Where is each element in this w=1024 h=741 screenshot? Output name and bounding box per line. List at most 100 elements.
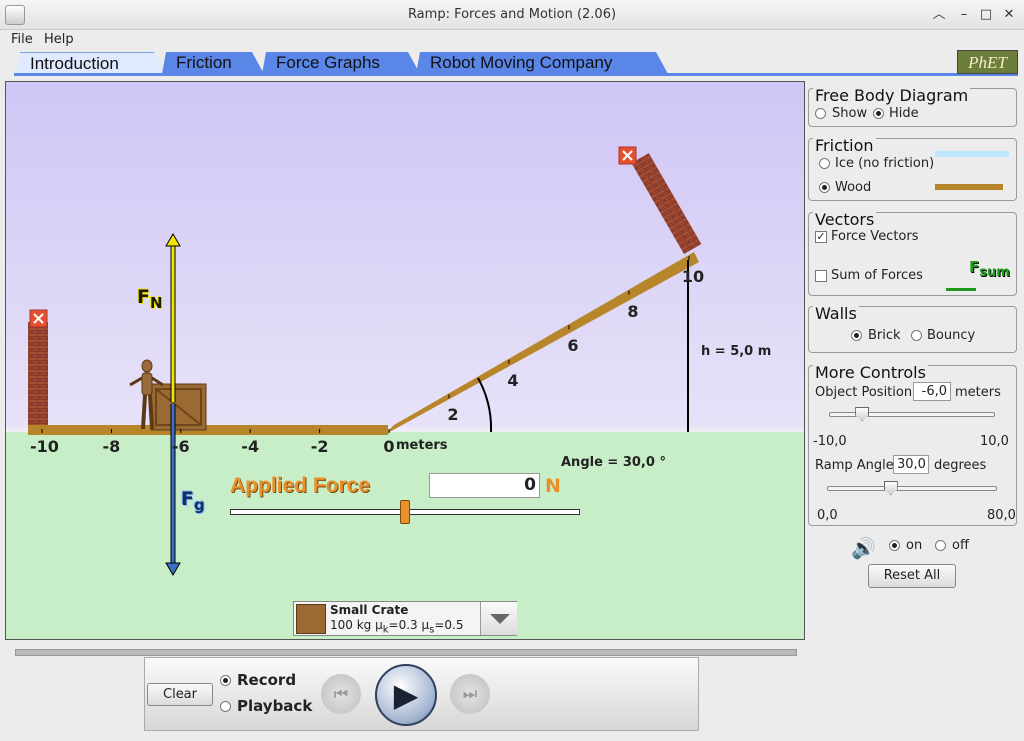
object-name: Small Crate (330, 603, 409, 617)
tick-label: 4 (507, 370, 519, 390)
brick-radio[interactable] (851, 330, 862, 341)
tab-friction[interactable]: Friction (162, 52, 264, 74)
fbd-hide-label: Hide (889, 106, 919, 121)
fbd-title: Free Body Diagram (813, 86, 971, 105)
tab-force-graphs[interactable]: Force Graphs (262, 52, 420, 74)
right-wall-close-icon[interactable] (618, 146, 637, 165)
object-position-label: Object Position (815, 385, 913, 400)
applied-force-slider-thumb[interactable] (400, 500, 410, 524)
wood-label: Wood (835, 180, 872, 195)
playback-label: Playback (237, 697, 313, 715)
ice-radio[interactable] (819, 158, 830, 169)
maximize-icon[interactable]: □ (977, 5, 995, 25)
tick-label: 6 (567, 336, 579, 356)
sound-on-label: on (906, 538, 923, 553)
tab-robot-moving-company[interactable]: Robot Moving Company (416, 52, 668, 74)
playback-panel: Clear Record Playback ⏮ ▶ ⏭ (144, 657, 699, 731)
ramp-angle-thumb[interactable] (883, 481, 898, 495)
ramp-angle-label: Ramp Angle (815, 458, 894, 473)
tick-label: -2 (310, 437, 329, 456)
vectors-panel: Vectors ✓ Force Vectors Sum of Forces Fs… (808, 210, 1017, 296)
play-icon: ▶ (393, 676, 419, 714)
rewind-icon: ⏮ (333, 684, 349, 703)
menu-file[interactable]: File (11, 32, 33, 47)
force-vectors-checkbox[interactable]: ✓ (815, 231, 827, 243)
record-label: Record (237, 671, 297, 689)
crate[interactable] (150, 383, 207, 431)
bouncy-radio[interactable] (911, 330, 922, 341)
play-area[interactable]: -10 -8 -6 -4 -2 0 2 4 6 8 10 meters h = 5,0 m Angl… (5, 81, 805, 640)
ice-label: Ice (no friction) (835, 156, 935, 171)
menu-help[interactable]: Help (44, 32, 74, 47)
object-position-thumb[interactable] (855, 407, 870, 421)
tick-label: -6 (171, 437, 190, 456)
ramp[interactable] (384, 252, 699, 435)
ramp-angle-slider[interactable] (827, 486, 997, 491)
object-description: 100 kg μk=0.3 μs=0.5 (330, 618, 464, 636)
friction-panel: Friction Ice (no friction) Wood (808, 136, 1017, 201)
fbd-show-radio[interactable] (815, 108, 826, 119)
object-position-input[interactable]: -6,0 (913, 382, 951, 401)
playback-radio[interactable] (220, 701, 231, 712)
ramp-angle-unit: degrees (934, 458, 987, 473)
friction-title: Friction (813, 136, 876, 155)
title-bar: Ramp: Forces and Motion (2.06) ︿ – □ ✕ (0, 0, 1024, 30)
playback-progress-bar[interactable] (15, 649, 797, 656)
more-controls-panel: More Controls Object Position -6,0 meter… (808, 363, 1017, 526)
fbd-hide-radio[interactable] (873, 108, 884, 119)
step-icon: ⏭ (462, 684, 478, 703)
close-icon[interactable]: ✕ (1000, 5, 1018, 25)
force-vectors-label: Force Vectors (831, 229, 919, 244)
object-selector[interactable]: Small Crate 100 kg μk=0.3 μs=0.5 (293, 601, 517, 636)
tick-label: -4 (241, 437, 260, 456)
height-label: h = 5,0 m (701, 344, 772, 359)
tab-introduction[interactable]: Introduction (16, 52, 166, 74)
wood-swatch (935, 184, 1003, 190)
fsum-arrow (946, 288, 976, 291)
step-button[interactable]: ⏭ (450, 674, 490, 714)
right-wall (631, 153, 702, 254)
fg-label: Fg (181, 488, 205, 514)
ice-swatch (935, 151, 1009, 157)
phet-logo: PhET (957, 50, 1018, 74)
object-position-slider[interactable] (829, 412, 995, 417)
wood-radio[interactable] (819, 182, 830, 193)
brick-label: Brick (868, 328, 901, 343)
walls-title: Walls (813, 304, 859, 323)
tick-label: -8 (102, 437, 121, 456)
applied-force-input[interactable]: 0 (429, 473, 540, 498)
object-dropdown-button[interactable] (480, 602, 517, 635)
record-radio[interactable] (220, 675, 231, 686)
applied-force-label: Applied Force (230, 474, 371, 497)
position-max-label: 10,0 (980, 434, 1009, 449)
more-controls-title: More Controls (813, 363, 928, 382)
walls-panel: Walls Brick Bouncy (808, 304, 1017, 353)
speaker-icon: 🔊 (851, 536, 876, 560)
ramp-angle-input[interactable]: 30,0 (893, 455, 929, 474)
fn-label: FN (137, 286, 163, 312)
tick-label: 10 (681, 267, 705, 286)
left-wall-close-icon[interactable] (29, 309, 48, 328)
applied-force-unit: N (545, 475, 561, 497)
clear-button[interactable]: Clear (147, 683, 213, 706)
position-min-label: -10,0 (813, 434, 847, 449)
play-button[interactable]: ▶ (375, 664, 437, 726)
menu-bar: File Help (0, 30, 1024, 50)
chevron-down-icon (490, 614, 510, 624)
reset-all-button[interactable]: Reset All (868, 564, 956, 588)
units-label: meters (396, 438, 448, 453)
rewind-button[interactable]: ⏮ (321, 674, 361, 714)
tick-label: -10 (30, 437, 59, 456)
minimize-icon[interactable]: – (955, 5, 973, 25)
angle-label: Angle = 30,0 ° (561, 455, 666, 470)
crate-thumbnail (296, 604, 326, 634)
sum-of-forces-checkbox[interactable] (815, 270, 827, 282)
sum-of-forces-label: Sum of Forces (831, 268, 923, 283)
left-wall (28, 322, 48, 429)
floor (28, 425, 388, 435)
object-position-unit: meters (955, 385, 1001, 400)
chevron-up-icon[interactable]: ︿ (930, 5, 948, 25)
sound-on-radio[interactable] (889, 540, 900, 551)
angle-min-label: 0,0 (817, 508, 838, 523)
sound-off-radio[interactable] (935, 540, 946, 551)
